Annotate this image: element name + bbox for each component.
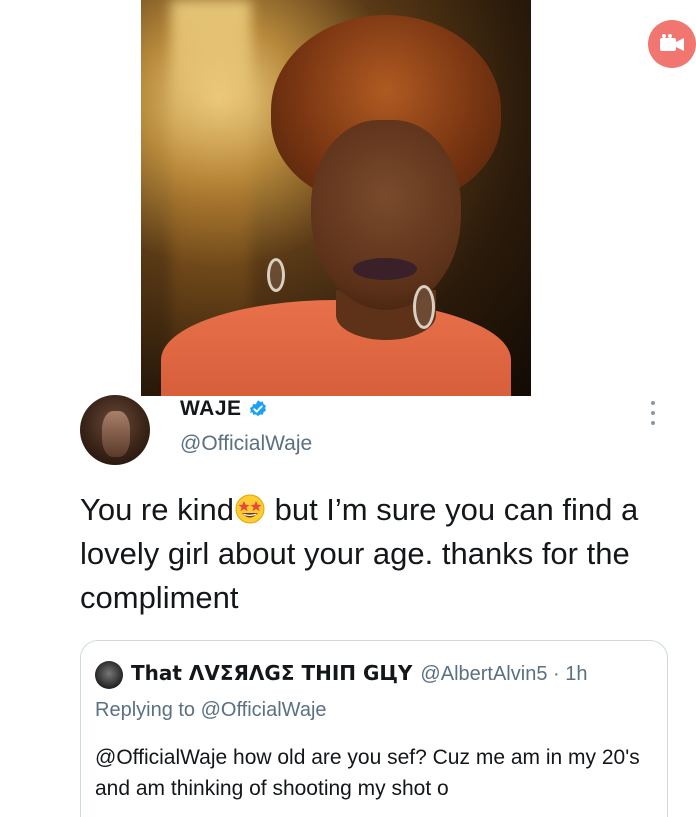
- replying-to[interactable]: Replying to @OfficialWaje: [95, 699, 327, 722]
- avatar[interactable]: [80, 395, 150, 465]
- header-photo[interactable]: [141, 0, 531, 396]
- quoted-text: @OfficialWaje how old are you sef? Cuz m…: [95, 746, 640, 800]
- user-handle[interactable]: @OfficialWaje: [180, 432, 312, 456]
- avatar-figure: [102, 411, 130, 457]
- quoted-display-name[interactable]: That ΛVΣЯΛGΣ THIП GЦY: [131, 661, 412, 685]
- quoted-handle-time: @AlbertAlvin5 · 1h: [420, 663, 588, 685]
- verified-badge-icon: [249, 400, 266, 417]
- photo-face: [311, 120, 461, 310]
- more-options-icon[interactable]: [648, 401, 658, 425]
- photo-lips: [353, 258, 417, 280]
- tweet-text-part1: You re kind: [80, 492, 234, 527]
- star-struck-emoji-icon: [235, 494, 265, 524]
- photo-earring-left: [267, 258, 285, 292]
- photo-earring-right: [413, 285, 435, 329]
- video-camera-icon[interactable]: [648, 20, 696, 68]
- quoted-name-row: That ΛVΣЯΛGΣ THIП GЦY @AlbertAlvin5 · 1h: [131, 661, 587, 686]
- quoted-avatar[interactable]: [95, 661, 123, 689]
- tweet-text: You re kind but I’m sure you can find a …: [80, 488, 670, 620]
- tweet-header: WAJE @OfficialWaje: [80, 395, 680, 465]
- quoted-tweet[interactable]: That ΛVΣЯΛGΣ THIП GЦY @AlbertAlvin5 · 1h…: [80, 640, 668, 817]
- name-row: WAJE: [180, 397, 268, 421]
- display-name[interactable]: WAJE: [180, 397, 242, 421]
